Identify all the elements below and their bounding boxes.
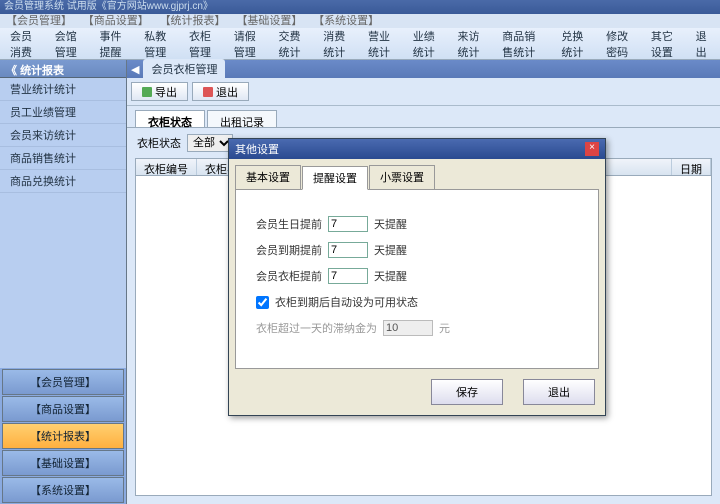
sidebar-item[interactable]: 会员来访统计: [0, 124, 126, 147]
column-header[interactable]: 衣柜编号: [136, 159, 197, 175]
menu-item[interactable]: 【系统设置】: [313, 15, 379, 27]
toolbar-button[interactable]: 消费统计: [315, 30, 360, 57]
label: 衣柜超过一天的滞纳金为: [256, 320, 377, 336]
toolbar-button[interactable]: 其它设置: [643, 30, 688, 57]
expire-days-input[interactable]: [328, 242, 368, 258]
toolbar-button[interactable]: 来访统计: [450, 30, 495, 57]
toolbar-button[interactable]: 业绩统计: [405, 30, 450, 57]
toolbar-button[interactable]: 请假管理: [226, 30, 271, 57]
dialog-tabs: 基本设置 提醒设置 小票设置: [229, 159, 605, 189]
sidebar-nav-button[interactable]: 【系统设置】: [2, 477, 124, 503]
sidebar-bottom: 【会员管理】【商品设置】【统计报表】【基础设置】【系统设置】: [0, 368, 126, 504]
settings-dialog: 其他设置 × 基本设置 提醒设置 小票设置 会员生日提前天提醒 会员到期提前天提…: [228, 138, 606, 416]
sidebar-item[interactable]: 商品销售统计: [0, 147, 126, 170]
content-toolbar: 导出 退出: [127, 78, 720, 106]
sidebar-item[interactable]: 员工业绩管理: [0, 101, 126, 124]
sidebar-list: 营业统计统计员工业绩管理会员来访统计商品销售统计商品兑换统计: [0, 78, 126, 368]
toolbar-button[interactable]: 营业统计: [360, 30, 405, 57]
tab-receipt[interactable]: 小票设置: [369, 165, 435, 189]
tab-basic[interactable]: 基本设置: [235, 165, 301, 189]
toolbar-button[interactable]: 会员消费: [2, 30, 47, 57]
dialog-titlebar[interactable]: 其他设置 ×: [229, 139, 605, 159]
menu-item[interactable]: 【统计报表】: [160, 15, 226, 27]
toolbar-button[interactable]: 修改密码: [598, 30, 643, 57]
toolbar-button[interactable]: 交费统计: [271, 30, 316, 57]
menu-item[interactable]: 【会员管理】: [6, 15, 72, 27]
auto-available-checkbox[interactable]: [256, 296, 269, 309]
subtab-status[interactable]: 衣柜状态: [135, 110, 205, 127]
window-titlebar: 会员管理系统 试用版《官方网站www.gjprj.cn》: [0, 0, 720, 14]
toolbar: 会员消费会馆管理事件提醒私教管理衣柜管理请假管理交费统计消费统计营业统计业绩统计…: [0, 28, 720, 60]
label: 会员到期提前: [256, 242, 322, 258]
sidebar-nav-button[interactable]: 【基础设置】: [2, 450, 124, 476]
late-fee-input: [383, 320, 433, 336]
label: 衣柜到期后自动设为可用状态: [275, 294, 418, 310]
tab-remind[interactable]: 提醒设置: [302, 166, 368, 190]
save-button[interactable]: 保存: [431, 379, 503, 405]
label: 天提醒: [374, 216, 407, 232]
toolbar-button[interactable]: 兑换统计: [553, 30, 598, 57]
locker-days-input[interactable]: [328, 268, 368, 284]
menu-item[interactable]: 【商品设置】: [83, 15, 149, 27]
sidebar-nav-button[interactable]: 【商品设置】: [2, 396, 124, 422]
toolbar-button[interactable]: 会馆管理: [47, 30, 92, 57]
content-tabbar: ◀ 会员衣柜管理: [127, 60, 720, 78]
toolbar-button[interactable]: 退出: [688, 30, 718, 57]
close-icon[interactable]: ×: [585, 142, 599, 156]
dialog-title: 其他设置: [235, 141, 279, 157]
toolbar-button[interactable]: 商品销售统计: [494, 30, 553, 57]
label: 会员生日提前: [256, 216, 322, 232]
sidebar-item[interactable]: 营业统计统计: [0, 78, 126, 101]
menu-item[interactable]: 【基础设置】: [236, 15, 302, 27]
label: 天提醒: [374, 268, 407, 284]
subtabs: 衣柜状态 出租记录: [127, 106, 720, 128]
filter-select[interactable]: 全部: [187, 134, 233, 152]
sidebar-item[interactable]: 商品兑换统计: [0, 170, 126, 193]
sidebar-nav-button[interactable]: 【会员管理】: [2, 369, 124, 395]
sidebar-nav-button[interactable]: 【统计报表】: [2, 423, 124, 449]
export-button[interactable]: 导出: [131, 82, 188, 101]
dialog-footer: 保存 退出: [229, 369, 605, 415]
export-icon: [142, 87, 152, 97]
filter-label: 衣柜状态: [137, 135, 181, 151]
label: 天提醒: [374, 242, 407, 258]
dialog-body: 会员生日提前天提醒 会员到期提前天提醒 会员衣柜提前天提醒 衣柜到期后自动设为可…: [235, 189, 599, 369]
subtab-records[interactable]: 出租记录: [207, 110, 277, 127]
label: 元: [439, 320, 450, 336]
toolbar-button[interactable]: 事件提醒: [92, 30, 137, 57]
label: 会员衣柜提前: [256, 268, 322, 284]
toolbar-button[interactable]: 衣柜管理: [181, 30, 226, 57]
birthday-days-input[interactable]: [328, 216, 368, 232]
exit-icon: [203, 87, 213, 97]
tab-close-icon[interactable]: ◀: [131, 63, 139, 76]
toolbar-button[interactable]: 私教管理: [136, 30, 181, 57]
column-header[interactable]: 日期: [672, 159, 711, 175]
sidebar-header: 《 统计报表: [0, 60, 126, 78]
sidebar: 《 统计报表 营业统计统计员工业绩管理会员来访统计商品销售统计商品兑换统计 【会…: [0, 60, 127, 504]
exit-button[interactable]: 退出: [192, 82, 249, 101]
menubar: 【会员管理】 【商品设置】 【统计报表】 【基础设置】 【系统设置】: [0, 14, 720, 28]
content-tab[interactable]: 会员衣柜管理: [143, 59, 225, 79]
exit-button[interactable]: 退出: [523, 379, 595, 405]
